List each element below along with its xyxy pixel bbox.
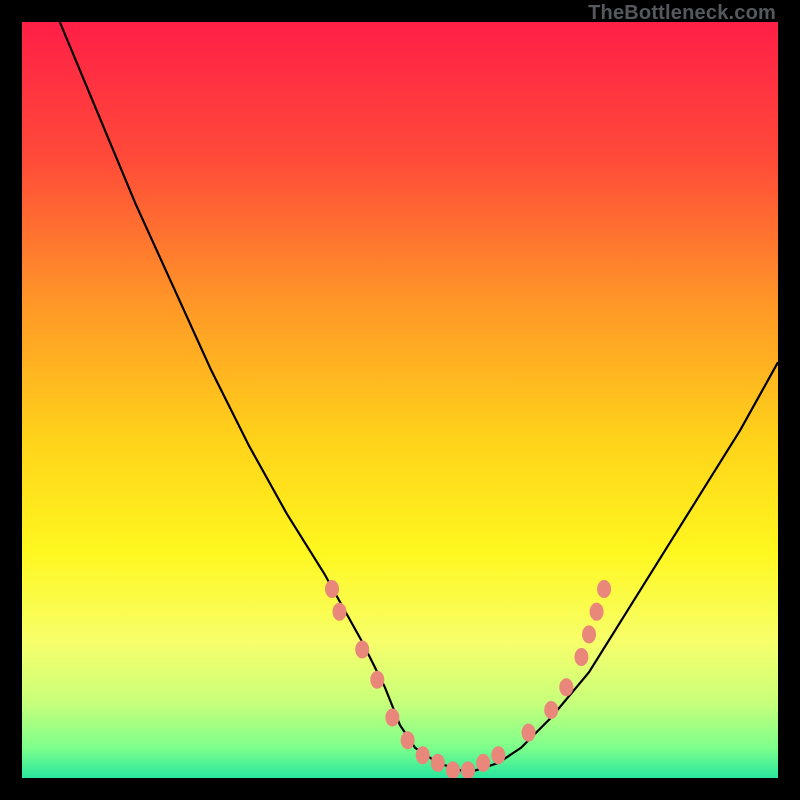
highlighted-point: [385, 709, 399, 727]
highlighted-point: [590, 603, 604, 621]
highlighted-point: [325, 580, 339, 598]
highlighted-point: [370, 671, 384, 689]
highlighted-point: [333, 603, 347, 621]
chart-frame: [22, 22, 778, 778]
highlighted-point: [355, 641, 369, 659]
highlighted-point: [582, 625, 596, 643]
highlighted-point: [574, 648, 588, 666]
highlighted-point: [559, 678, 573, 696]
highlighted-point: [491, 746, 505, 764]
watermark-text: TheBottleneck.com: [588, 2, 776, 25]
highlighted-point: [597, 580, 611, 598]
highlighted-point: [476, 754, 490, 772]
highlighted-point: [416, 746, 430, 764]
highlighted-point: [431, 754, 445, 772]
highlighted-point: [522, 724, 536, 742]
chart-svg: [22, 22, 778, 778]
highlighted-point: [544, 701, 558, 719]
highlighted-point: [401, 731, 415, 749]
chart-background: [22, 22, 778, 778]
